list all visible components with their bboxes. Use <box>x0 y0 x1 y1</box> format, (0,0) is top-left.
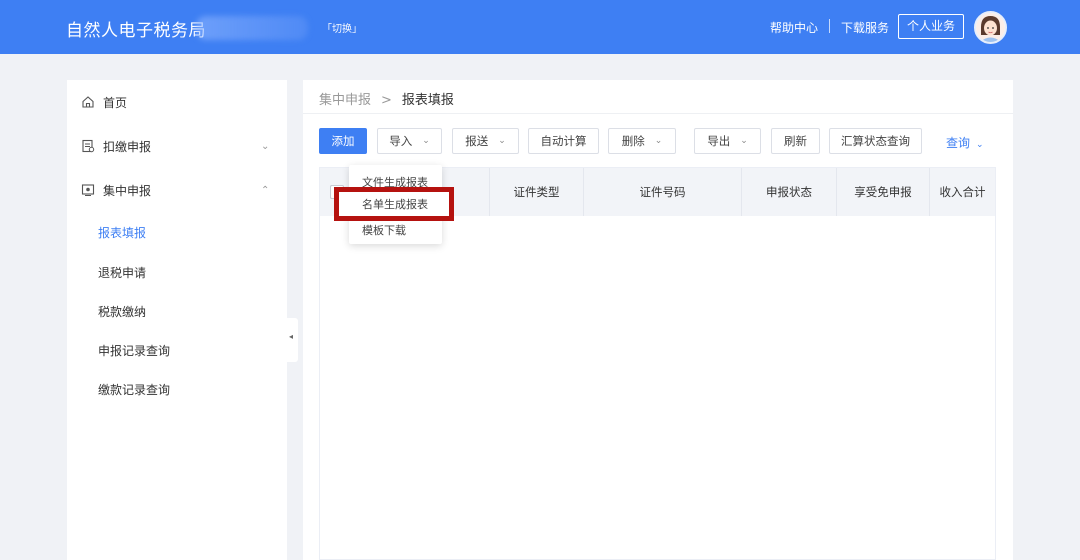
switch-link[interactable]: 「切换」 <box>322 20 362 35</box>
personal-business-button[interactable]: 个人业务 <box>898 14 964 39</box>
sidebar-item-centralized[interactable]: 集中申报 ⌃ <box>67 178 287 202</box>
auto-calc-button-label: 自动计算 <box>540 134 587 148</box>
avatar[interactable] <box>974 11 1007 44</box>
auto-calc-button[interactable]: 自动计算 <box>528 128 599 154</box>
help-center-link[interactable]: 帮助中心 <box>770 19 818 36</box>
sidebar-item-label: 首页 <box>103 95 128 110</box>
sidebar-subitem-tax-payment[interactable]: 税款缴纳 <box>98 303 146 320</box>
breadcrumb-divider <box>303 113 1013 114</box>
add-button[interactable]: 添加 <box>319 128 367 154</box>
document-icon <box>81 139 95 153</box>
chevron-down-icon: ⌄ <box>654 136 663 146</box>
chevron-down-icon: ⌄ <box>498 136 506 146</box>
main-panel: 集中申报 > 报表填报 添加 导入 ⌄ 报送 ⌄ 自动计算 删除 ⌄ 导出 ⌄ 刷新 汇算状… <box>303 80 1013 560</box>
sidebar-subitem-payment-records[interactable]: 缴款记录查询 <box>98 381 170 398</box>
summary-status-button[interactable]: 汇算状态查询 <box>829 128 922 154</box>
top-header: 自然人电子税务局 「切换」 帮助中心 下载服务 个人业务 <box>0 0 1080 54</box>
column-header-exempt: 享受免申报 <box>837 168 930 216</box>
column-header-id-number: 证件号码 <box>584 168 742 216</box>
query-toggle[interactable]: 查询 ⌄ <box>946 134 984 151</box>
add-button-label: 添加 <box>331 134 355 148</box>
menu-item-template-download[interactable]: 模板下载 <box>362 222 406 238</box>
breadcrumb-current: 报表填报 <box>401 93 454 108</box>
collapse-arrow-icon: ◂ <box>289 332 294 341</box>
chevron-down-icon: ⌄ <box>740 136 748 146</box>
breadcrumb: 集中申报 > 报表填报 <box>319 89 454 108</box>
sidebar-item-home[interactable]: 首页 <box>67 90 287 114</box>
breadcrumb-parent[interactable]: 集中申报 <box>319 93 371 108</box>
header-divider <box>829 19 830 33</box>
delete-button-label: 删除 <box>621 134 645 148</box>
breadcrumb-separator: > <box>381 93 392 108</box>
screen-icon <box>81 183 95 197</box>
menu-item-list-generate-label: 名单生成报表 <box>362 198 428 211</box>
query-label: 查询 <box>946 136 971 150</box>
sidebar: 首页 扣缴申报 ⌄ 集中申报 ⌃ 报表填报 退税申请 税款缴纳 申报记录查询 缴… <box>67 80 287 560</box>
summary-status-button-label: 汇算状态查询 <box>841 134 910 148</box>
sidebar-subitem-report-fill[interactable]: 报表填报 <box>98 224 146 241</box>
sidebar-item-label: 集中申报 <box>103 183 152 198</box>
column-header-declare-status: 申报状态 <box>742 168 837 216</box>
menu-item-list-generate[interactable]: 名单生成报表 <box>339 192 449 216</box>
home-icon <box>81 95 95 109</box>
sidebar-item-label: 扣缴申报 <box>103 139 152 154</box>
download-service-link[interactable]: 下载服务 <box>841 19 889 36</box>
sidebar-item-withholding[interactable]: 扣缴申报 ⌄ <box>67 134 287 158</box>
import-button-label: 导入 <box>389 134 413 148</box>
sidebar-subitem-refund[interactable]: 退税申请 <box>98 264 146 281</box>
chevron-up-icon: ⌃ <box>261 184 270 196</box>
export-button[interactable]: 导出 ⌄ <box>694 128 761 154</box>
refresh-button[interactable]: 刷新 <box>771 128 820 154</box>
import-button[interactable]: 导入 ⌄ <box>377 128 442 154</box>
submit-button-label: 报送 <box>465 134 489 148</box>
blurred-user-name <box>196 16 308 40</box>
chevron-down-icon: ⌄ <box>976 140 984 150</box>
sidebar-subitem-declaration-records[interactable]: 申报记录查询 <box>98 342 170 359</box>
column-header-income-total: 收入合计 <box>939 185 986 199</box>
chevron-down-icon: ⌄ <box>261 140 270 152</box>
export-button-label: 导出 <box>707 134 731 148</box>
sidebar-collapse-handle[interactable]: ◂ <box>287 318 298 362</box>
submit-button[interactable]: 报送 ⌄ <box>452 128 519 154</box>
refresh-button-label: 刷新 <box>784 134 807 148</box>
app-title: 自然人电子税务局 <box>66 21 206 41</box>
delete-button[interactable]: 删除 ⌄ <box>608 128 676 154</box>
chevron-down-icon: ⌄ <box>422 136 430 146</box>
column-header-id-type: 证件类型 <box>490 168 584 216</box>
